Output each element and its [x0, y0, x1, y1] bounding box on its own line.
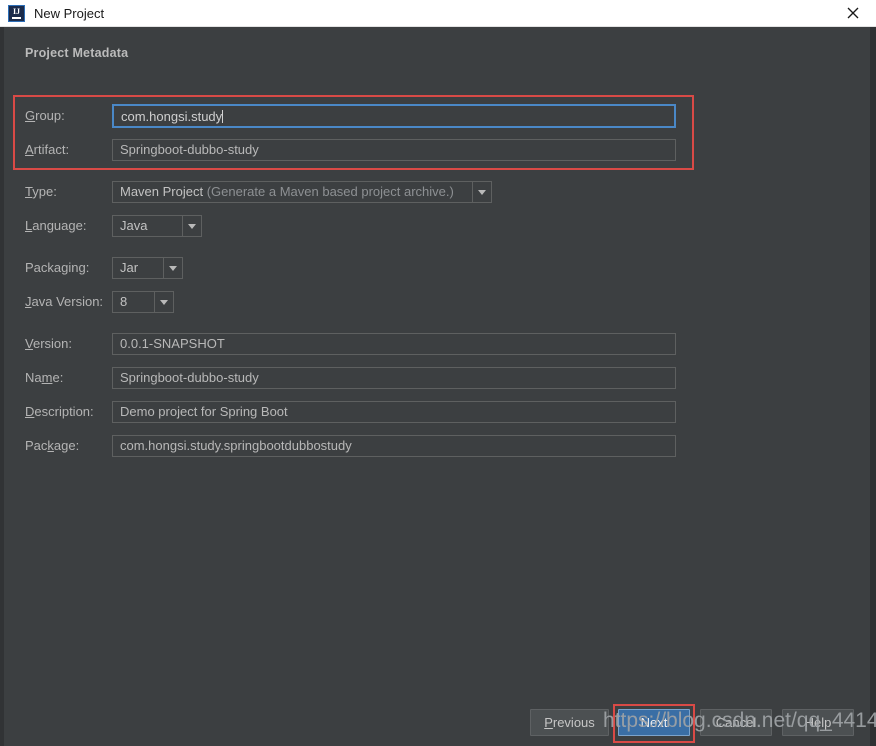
app-icon-letters: IJ	[12, 6, 21, 16]
version-label: Version:	[25, 336, 72, 351]
package-input-value: com.hongsi.study.springbootdubbostudy	[120, 438, 352, 453]
close-icon[interactable]	[830, 0, 876, 26]
packaging-combobox[interactable]: Jar	[112, 257, 183, 279]
artifact-input-value: Springboot-dubbo-study	[120, 142, 259, 157]
version-input[interactable]: 0.0.1-SNAPSHOT	[112, 333, 676, 355]
package-input[interactable]: com.hongsi.study.springbootdubbostudy	[112, 435, 676, 457]
dialog-body: Project Metadata Group: com.hongsi.study…	[0, 27, 876, 746]
type-combobox[interactable]: Maven Project (Generate a Maven based pr…	[112, 181, 492, 203]
description-input-value: Demo project for Spring Boot	[120, 404, 288, 419]
type-label: Type:	[25, 184, 57, 199]
name-input[interactable]: Springboot-dubbo-study	[112, 367, 676, 389]
chevron-down-icon[interactable]	[182, 215, 202, 237]
text-caret	[222, 110, 224, 123]
group-label: Group:	[25, 108, 65, 123]
name-label: Name:	[25, 370, 64, 385]
new-project-dialog: IJ New Project Project Metadata Group: c…	[0, 0, 876, 746]
chevron-down-icon[interactable]	[472, 181, 492, 203]
java-version-combobox-value: 8	[112, 291, 154, 313]
title-bar: IJ New Project	[0, 0, 876, 27]
version-input-value: 0.0.1-SNAPSHOT	[120, 336, 225, 351]
language-combobox-value: Java	[112, 215, 182, 237]
artifact-input[interactable]: Springboot-dubbo-study	[112, 139, 676, 161]
right-edge-strip	[870, 27, 876, 746]
previous-button[interactable]: Previous	[530, 709, 609, 736]
name-input-value: Springboot-dubbo-study	[120, 370, 259, 385]
package-label: Package:	[25, 438, 80, 453]
type-value-hint: (Generate a Maven based project archive.…	[206, 184, 454, 199]
type-combobox-value: Maven Project (Generate a Maven based pr…	[112, 181, 472, 203]
description-label: Description:	[25, 404, 94, 419]
chevron-down-icon[interactable]	[154, 291, 174, 313]
group-input-value: com.hongsi.study	[121, 109, 223, 124]
language-label: Language:	[25, 218, 87, 233]
java-version-label: Java Version:	[25, 294, 104, 309]
packaging-label: Packaging:	[25, 260, 90, 275]
artifact-label: Artifact:	[25, 142, 70, 157]
watermark-text: https://blog.csdn.net/qq_44148674	[603, 709, 876, 732]
packaging-combobox-value: Jar	[112, 257, 163, 279]
previous-button-label: Previous	[544, 715, 595, 730]
description-input[interactable]: Demo project for Spring Boot	[112, 401, 676, 423]
intellij-idea-icon: IJ	[8, 4, 25, 22]
java-version-combobox[interactable]: 8	[112, 291, 174, 313]
left-edge-strip	[0, 27, 4, 746]
group-input[interactable]: com.hongsi.study	[112, 104, 676, 128]
language-combobox[interactable]: Java	[112, 215, 202, 237]
type-value-main: Maven Project	[120, 184, 204, 199]
section-heading-project-metadata: Project Metadata	[25, 46, 129, 60]
app-icon-underline	[12, 16, 21, 19]
window-title: New Project	[34, 5, 105, 21]
chevron-down-icon[interactable]	[163, 257, 183, 279]
